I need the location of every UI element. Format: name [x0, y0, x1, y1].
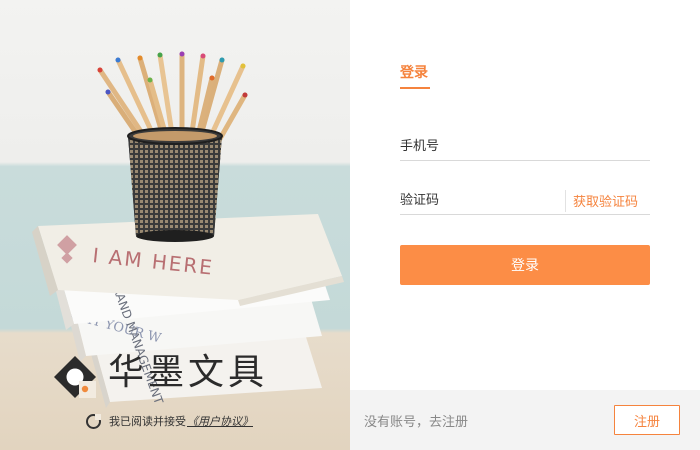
- tab-active-indicator: [400, 87, 430, 89]
- phone-input[interactable]: [400, 135, 650, 158]
- agreement-checkbox[interactable]: [86, 413, 101, 429]
- verification-code-field: 获取验证码: [400, 187, 650, 215]
- agreement-row: 我已阅读并接受 《用户协议》: [86, 412, 253, 430]
- phone-field: [400, 133, 650, 161]
- pencil-tips: [97, 51, 248, 98]
- brand-logo-icon: [54, 356, 96, 398]
- login-panel: 登录 获取验证码 登录 没有账号，去注册 注册: [350, 0, 700, 450]
- register-button[interactable]: 注册: [614, 405, 680, 435]
- brand-name: 华墨文具: [108, 352, 269, 393]
- user-agreement-link[interactable]: 《用户协议》: [187, 413, 253, 429]
- verification-code-input[interactable]: [400, 189, 565, 212]
- pencil-cup: [127, 127, 223, 242]
- agreement-text: 我已阅读并接受: [109, 415, 186, 428]
- illustration-panel: WHY YOUR W BRAND MANAGEMENT I AM HERE 华墨…: [0, 0, 350, 450]
- login-button[interactable]: 登录: [400, 245, 650, 285]
- tab-login[interactable]: 登录: [400, 62, 428, 82]
- get-verification-code-button[interactable]: 获取验证码: [573, 191, 638, 210]
- no-account-text: 没有账号，去注册: [364, 415, 469, 430]
- register-footer: 没有账号，去注册 注册: [350, 390, 700, 450]
- field-divider: [565, 189, 566, 212]
